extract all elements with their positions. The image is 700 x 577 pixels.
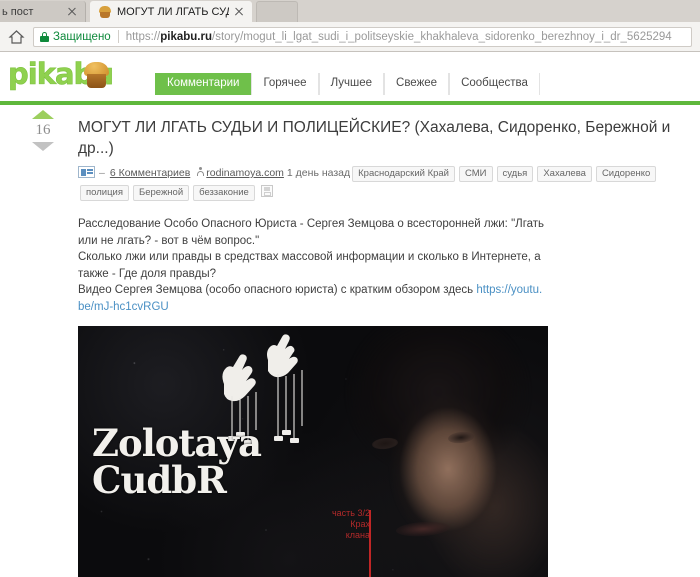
- post-text-line-3-prefix: Видео Сергея Земцова (особо опасного юри…: [78, 284, 477, 296]
- tag[interactable]: беззаконие: [193, 185, 255, 201]
- tag[interactable]: Сидоренко: [595, 166, 657, 182]
- security-status-label: Защищено: [53, 30, 111, 43]
- tag[interactable]: судья: [496, 166, 534, 182]
- address-bar[interactable]: Защищено https://pikabu.ru/story/mogut_l…: [33, 26, 692, 47]
- site-logo[interactable]: pikabu: [8, 57, 128, 93]
- vote-count: 16: [35, 122, 51, 138]
- browser-tab-1[interactable]: ь пост: [0, 1, 86, 22]
- page-viewport: pikabu Комментарии Горячее Лучшее Свежее…: [0, 53, 700, 577]
- thumbnail-title-line-2: CudbR: [92, 458, 227, 502]
- close-icon[interactable]: [232, 5, 246, 19]
- nav-item-hot[interactable]: Горячее: [251, 73, 319, 95]
- logo-text: pikabu: [8, 57, 115, 92]
- upvote-icon[interactable]: [32, 110, 54, 119]
- post-text: Расследование Особо Опасного Юриста - Се…: [78, 216, 548, 315]
- tag[interactable]: Краснодарский Край: [352, 166, 455, 182]
- thumbnail-caption: часть 3/2 Крах клана: [264, 508, 371, 577]
- vote-widget: 16: [30, 110, 56, 151]
- tag[interactable]: Бережной: [132, 185, 190, 201]
- caption-stem: [369, 510, 371, 577]
- nav-item-communities[interactable]: Сообщества: [449, 73, 540, 95]
- downvote-icon[interactable]: [32, 142, 54, 151]
- meta-dash: –: [99, 167, 105, 179]
- comments-link[interactable]: 6 Комментариев: [110, 167, 190, 179]
- tab-strip: ь пост МОГУТ ЛИ ЛГАТЬ СУДЬ: [0, 0, 700, 22]
- browser-toolbar: Защищено https://pikabu.ru/story/mogut_l…: [0, 22, 700, 52]
- nav-item-comments[interactable]: Комментарии: [155, 73, 252, 95]
- tag[interactable]: СМИ: [459, 166, 493, 182]
- muffin-icon: [83, 62, 110, 89]
- tab-title: ь пост: [2, 5, 34, 18]
- post-header: МОГУТ ЛИ ЛГАТЬ СУДЬИ И ПОЛИЦЕЙСКИЕ? (Хах…: [78, 117, 678, 202]
- divider: [117, 30, 119, 43]
- post-content: Расследование Особо Опасного Юриста - Се…: [78, 216, 690, 577]
- caption-line-2: Крах: [350, 519, 370, 529]
- post-container: 16 МОГУТ ЛИ ЛГАТЬ СУДЬИ И ПОЛИЦЕЙСКИЕ? (…: [0, 105, 700, 577]
- pikabu-favicon-icon: [98, 5, 112, 19]
- post-text-line-2: Сколько лжи или правды в средствах массо…: [78, 251, 541, 280]
- post-timestamp: 1 день назад: [286, 167, 351, 179]
- url-text: https://pikabu.ru/story/mogut_li_lgat_su…: [126, 31, 685, 43]
- lock-icon: [40, 31, 49, 42]
- nav-item-best[interactable]: Лучшее: [318, 73, 385, 95]
- main-nav: Комментарии Горячее Лучшее Свежее Сообще…: [155, 73, 540, 95]
- person-icon: [196, 167, 204, 177]
- nav-item-fresh[interactable]: Свежее: [384, 73, 450, 95]
- tab-title: МОГУТ ЛИ ЛГАТЬ СУДЬ: [117, 5, 229, 18]
- post-text-line-3: Видео Сергея Земцова (особо опасного юри…: [78, 282, 548, 315]
- caption-line-3: клана: [345, 530, 370, 540]
- video-thumbnail[interactable]: Zolotaya CudbR часть 3/2 Крах клана: [78, 326, 548, 577]
- close-icon[interactable]: [65, 5, 79, 19]
- browser-tab-2[interactable]: МОГУТ ЛИ ЛГАТЬ СУДЬ: [90, 1, 252, 22]
- post-text-line-1: Расследование Особо Опасного Юриста - Се…: [78, 218, 545, 247]
- url-scheme: https://: [125, 30, 161, 43]
- thumbnail-title-art: Zolotaya CudbR: [92, 424, 352, 500]
- url-domain: pikabu.ru: [160, 30, 212, 43]
- site-header: pikabu Комментарии Горячее Лучшее Свежее…: [0, 53, 700, 101]
- save-icon[interactable]: [260, 185, 273, 197]
- tag[interactable]: Хахалева: [537, 166, 592, 182]
- page-title: МОГУТ ЛИ ЛГАТЬ СУДЬИ И ПОЛИЦЕЙСКИЕ? (Хах…: [78, 119, 671, 157]
- caption-part: часть 3/2: [331, 508, 370, 518]
- view-mode-icon[interactable]: [78, 166, 95, 178]
- home-icon[interactable]: [8, 29, 25, 45]
- new-tab-button[interactable]: [256, 1, 298, 22]
- tag[interactable]: полиция: [80, 185, 129, 201]
- post-meta: –6 Комментариев rodinamoya.com 1 день наза…: [78, 164, 678, 202]
- url-path: /story/mogut_li_lgat_sudi_i_politseyskie…: [212, 30, 672, 43]
- source-link[interactable]: rodinamoya.com: [206, 167, 284, 179]
- browser-window: ь пост МОГУТ ЛИ ЛГАТЬ СУДЬ Защищено http…: [0, 0, 700, 577]
